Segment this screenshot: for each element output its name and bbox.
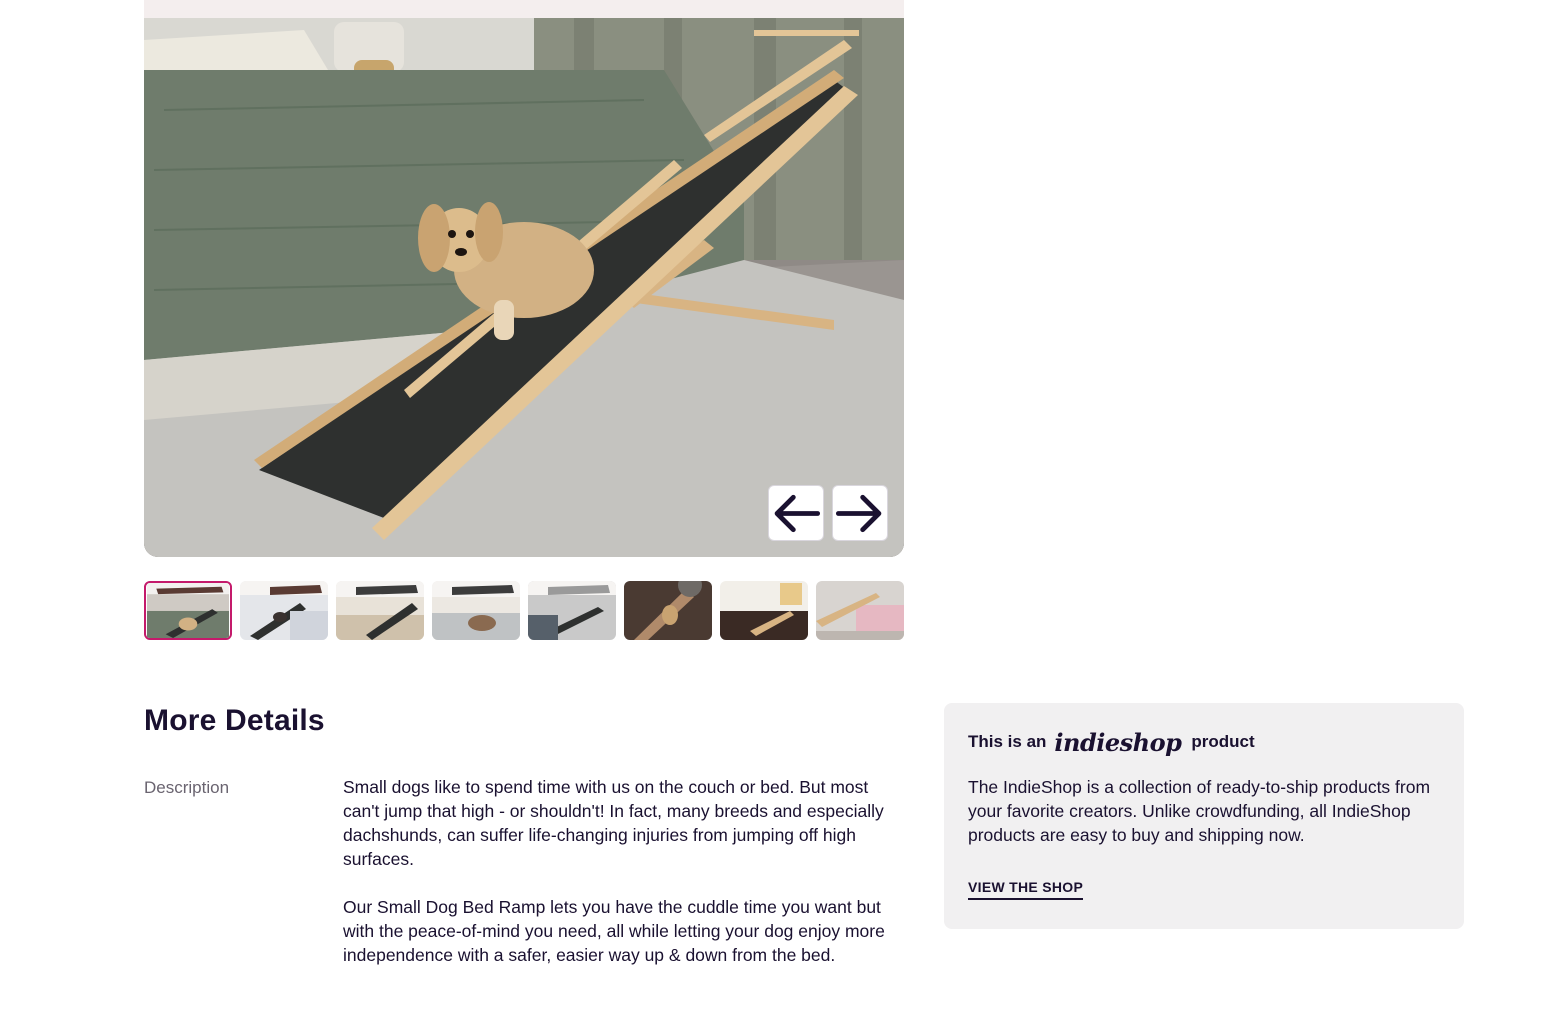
indieshop-suffix: product	[1191, 732, 1255, 751]
thumbnail-7[interactable]	[720, 581, 808, 640]
thumbnail-8[interactable]	[816, 581, 904, 640]
thumbnail-2[interactable]	[240, 581, 328, 640]
thumbnail-5[interactable]	[528, 581, 616, 640]
thumbnail-1[interactable]	[144, 581, 232, 640]
indieshop-heading: This is an indieshop product	[968, 727, 1440, 757]
thumbnail-strip	[144, 581, 904, 640]
description-label: Description	[144, 778, 230, 797]
description-text: Small dogs like to spend time with us on…	[343, 775, 903, 991]
indieshop-logo: indieshop	[1054, 727, 1182, 757]
product-main-image	[144, 0, 904, 557]
description-paragraph-2: Our Small Dog Bed Ramp lets you have the…	[343, 897, 885, 965]
indieshop-prefix: This is an	[968, 732, 1047, 751]
description-paragraph-1: Small dogs like to spend time with us on…	[343, 777, 884, 869]
previous-image-button[interactable]	[768, 485, 824, 541]
indieshop-card: This is an indieshop product The IndieSh…	[944, 703, 1464, 929]
indieshop-description: The IndieShop is a collection of ready-t…	[968, 777, 1431, 845]
thumbnail-6[interactable]	[624, 581, 712, 640]
next-image-button[interactable]	[832, 485, 888, 541]
thumbnail-4[interactable]	[432, 581, 520, 640]
arrow-right-icon	[835, 494, 882, 532]
thumbnail-3[interactable]	[336, 581, 424, 640]
more-details-heading: More Details	[144, 704, 325, 737]
arrow-left-icon	[774, 494, 821, 532]
view-the-shop-link[interactable]: VIEW THE SHOP	[968, 879, 1084, 900]
